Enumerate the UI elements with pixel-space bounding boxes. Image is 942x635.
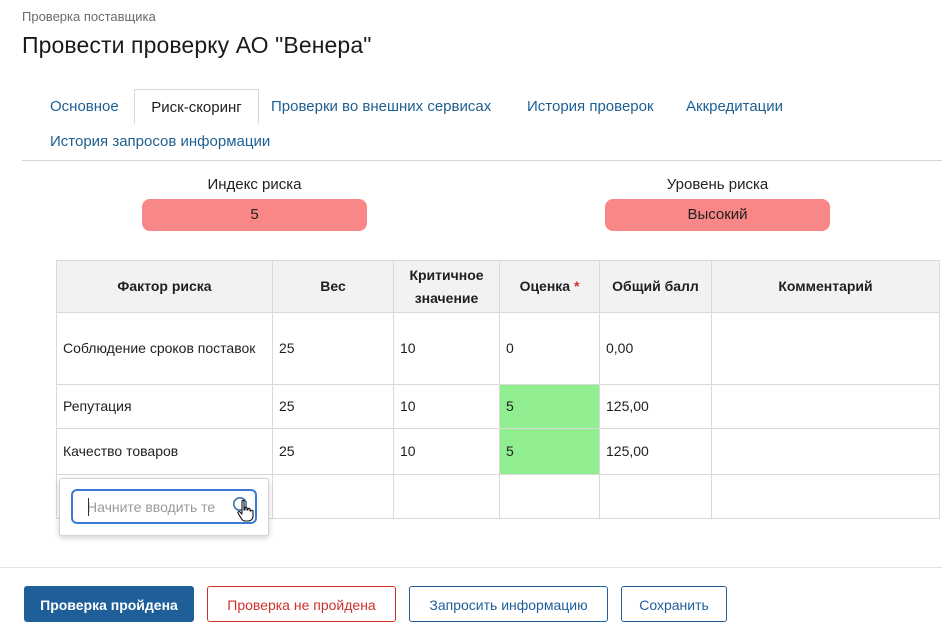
factor-lookup-popup: [59, 478, 269, 536]
tab-accreditation[interactable]: Аккредитации: [686, 89, 783, 124]
tab-check-history[interactable]: История проверок: [527, 89, 654, 124]
column-header-factor: Фактор риска: [56, 260, 273, 313]
tab-request-history[interactable]: История запросов информации: [50, 124, 270, 159]
factor-search-input[interactable]: [87, 497, 223, 517]
risk-index-value: 5: [142, 199, 367, 231]
footer-divider: [0, 567, 942, 568]
text-caret: [88, 498, 89, 516]
total-cell-new: [599, 474, 712, 519]
page-title: Провести проверку АО "Венера": [22, 32, 372, 58]
comment-cell-new[interactable]: [711, 474, 940, 519]
weight-cell[interactable]: 25: [272, 384, 394, 429]
tab-main[interactable]: Основное: [50, 89, 119, 124]
risk-level-value: Высокий: [605, 199, 830, 231]
save-button[interactable]: Сохранить: [621, 586, 727, 622]
tab-bar: Основное Риск-скоринг Проверки во внешни…: [22, 89, 942, 159]
factor-cell[interactable]: Репутация: [56, 384, 273, 429]
critical-cell[interactable]: 10: [393, 428, 500, 475]
tab-risk-scoring[interactable]: Риск-скоринг: [134, 89, 259, 124]
hand-cursor-icon: [236, 499, 254, 528]
request-info-button[interactable]: Запросить информацию: [409, 586, 608, 622]
comment-cell[interactable]: [711, 312, 940, 385]
required-mark: *: [573, 278, 580, 294]
risk-index-label: Индекс риска: [207, 176, 302, 193]
tab-external-checks[interactable]: Проверки во внешних сервисах: [271, 89, 491, 124]
comment-cell[interactable]: [711, 384, 940, 429]
column-header-score-label: Оценка: [519, 278, 571, 294]
table-row: Соблюдение сроков поставок 25 10 0 0,00: [56, 312, 940, 385]
risk-level-label: Уровень риска: [666, 176, 769, 193]
score-cell[interactable]: 0: [499, 312, 600, 385]
score-cell-new[interactable]: [499, 474, 600, 519]
column-header-total: Общий балл: [599, 260, 712, 313]
total-cell: 125,00: [599, 428, 712, 475]
breadcrumb: Проверка поставщика: [22, 9, 156, 24]
factor-search-box[interactable]: [71, 489, 257, 524]
column-header-score: Оценка *: [499, 260, 600, 313]
score-cell[interactable]: 5: [499, 428, 600, 475]
critical-cell[interactable]: 10: [393, 384, 500, 429]
weight-cell[interactable]: 25: [272, 428, 394, 475]
tabs-divider: [22, 160, 942, 161]
score-cell[interactable]: 5: [499, 384, 600, 429]
column-header-comment: Комментарий: [711, 260, 940, 313]
critical-cell-new[interactable]: [393, 474, 500, 519]
table-row: Качество товаров 25 10 5 125,00: [56, 428, 940, 475]
factor-cell[interactable]: Соблюдение сроков поставок: [56, 312, 273, 385]
factor-cell[interactable]: Качество товаров: [56, 428, 273, 475]
weight-cell-new[interactable]: [272, 474, 394, 519]
total-cell: 0,00: [599, 312, 712, 385]
comment-cell[interactable]: [711, 428, 940, 475]
column-header-weight: Вес: [272, 260, 394, 313]
critical-cell[interactable]: 10: [393, 312, 500, 385]
check-failed-button[interactable]: Проверка не пройдена: [207, 586, 396, 622]
weight-cell[interactable]: 25: [272, 312, 394, 385]
column-header-critical-label: Критичное значение: [409, 266, 484, 306]
check-passed-button[interactable]: Проверка пройдена: [24, 586, 194, 622]
column-header-critical: Критичное значение: [393, 260, 500, 313]
total-cell: 125,00: [599, 384, 712, 429]
table-header-row: Фактор риска Вес Критичное значение Оцен…: [56, 260, 940, 313]
table-row: Репутация 25 10 5 125,00: [56, 384, 940, 429]
